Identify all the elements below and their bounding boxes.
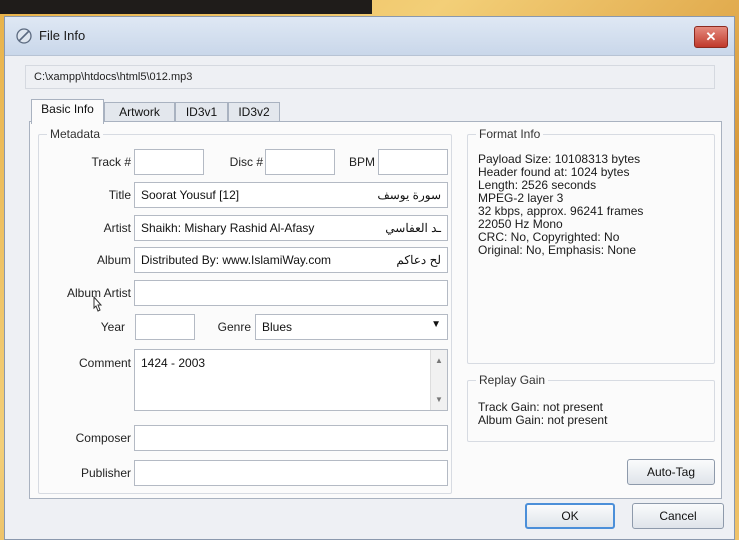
artist-value: Shaikh: Mishary Rashid Al-Afasy — [141, 221, 315, 235]
mouse-cursor-icon — [93, 296, 103, 312]
file-info-icon — [16, 28, 32, 44]
artist-value-arabic: ـد العفاسي — [385, 221, 441, 235]
genre-select[interactable]: Blues ▼ — [255, 314, 448, 340]
basic-info-panel: Metadata Track # Disc # BPM Title Soorat… — [29, 121, 722, 499]
title-value: Soorat Yousuf [12] — [141, 188, 240, 202]
track-label: Track # — [91, 155, 131, 169]
year-input[interactable] — [135, 314, 195, 340]
tab-basic-info[interactable]: Basic Info — [31, 99, 104, 124]
metadata-group: Metadata Track # Disc # BPM Title Soorat… — [38, 127, 452, 494]
format-info-group-label: Format Info — [476, 127, 544, 141]
artist-label: Artist — [103, 221, 131, 235]
scroll-down-icon[interactable]: ▼ — [435, 395, 443, 404]
comment-label: Comment — [78, 356, 131, 370]
scroll-up-icon[interactable]: ▲ — [435, 356, 443, 365]
genre-value: Blues — [262, 320, 293, 334]
composer-input[interactable] — [134, 425, 448, 451]
metadata-group-label: Metadata — [47, 127, 104, 141]
tab-artwork-label: Artwork — [119, 105, 160, 119]
replay-gain-group: Replay Gain Track Gain: not present Albu… — [467, 373, 715, 442]
album-artist-label: Album Artist — [66, 286, 131, 300]
tab-id3v2-label: ID3v2 — [238, 105, 270, 119]
album-artist-input[interactable] — [134, 280, 448, 306]
album-label: Album — [96, 253, 131, 267]
chevron-down-icon[interactable]: ▼ — [431, 319, 441, 330]
format-info-lines: Payload Size: 10108313 bytes Header foun… — [478, 153, 643, 257]
cancel-button[interactable]: Cancel — [632, 503, 724, 529]
tab-basic-info-label: Basic Info — [41, 102, 94, 116]
file-info-dialog: File Info ✕ C:\xampp\htdocs\html5\012.mp… — [4, 16, 735, 540]
album-input[interactable]: Distributed By: www.IslamiWay.com لح دعا… — [134, 247, 448, 273]
tab-artwork[interactable]: Artwork — [104, 102, 175, 122]
replay-gain-lines: Track Gain: not present Album Gain: not … — [478, 401, 607, 427]
ok-button[interactable]: OK — [525, 503, 615, 529]
close-icon: ✕ — [705, 29, 717, 44]
close-button[interactable]: ✕ — [694, 26, 728, 48]
title-bar: File Info ✕ — [5, 17, 734, 56]
comment-value: 1424 - 2003 — [141, 356, 206, 370]
title-label: Title — [108, 188, 131, 202]
tab-id3v2[interactable]: ID3v2 — [228, 102, 280, 122]
album-value-arabic: لح دعاكم — [396, 253, 441, 267]
background-taskbar-strip — [0, 0, 372, 14]
year-label: Year — [100, 320, 125, 334]
genre-label: Genre — [217, 320, 251, 334]
format-info-group: Format Info Payload Size: 10108313 bytes… — [467, 127, 715, 364]
disc-input[interactable] — [265, 149, 335, 175]
tab-id3v1[interactable]: ID3v1 — [175, 102, 228, 122]
tab-id3v1-label: ID3v1 — [185, 105, 218, 119]
title-input[interactable]: Soorat Yousuf [12] سورة يوسف — [134, 182, 448, 208]
bpm-label: BPM — [348, 155, 375, 169]
title-value-arabic: سورة يوسف — [377, 188, 441, 202]
track-input[interactable] — [134, 149, 204, 175]
composer-label: Composer — [75, 431, 131, 445]
window-title: File Info — [39, 28, 86, 43]
bpm-input[interactable] — [378, 149, 448, 175]
disc-label: Disc # — [229, 155, 263, 169]
album-value: Distributed By: www.IslamiWay.com — [141, 253, 332, 267]
auto-tag-button[interactable]: Auto-Tag — [627, 459, 715, 485]
publisher-label: Publisher — [80, 466, 131, 480]
file-path: C:\xampp\htdocs\html5\012.mp3 — [25, 65, 715, 89]
comment-scrollbar[interactable]: ▲ ▼ — [430, 350, 447, 410]
publisher-input[interactable] — [134, 460, 448, 486]
format-info-line: Original: No, Emphasis: None — [478, 243, 637, 257]
album-gain-text: Album Gain: not present — [478, 413, 608, 427]
artist-input[interactable]: Shaikh: Mishary Rashid Al-Afasy ـد العفا… — [134, 215, 448, 241]
replay-gain-group-label: Replay Gain — [476, 373, 549, 387]
comment-textarea[interactable]: 1424 - 2003 ▲ ▼ — [134, 349, 448, 411]
